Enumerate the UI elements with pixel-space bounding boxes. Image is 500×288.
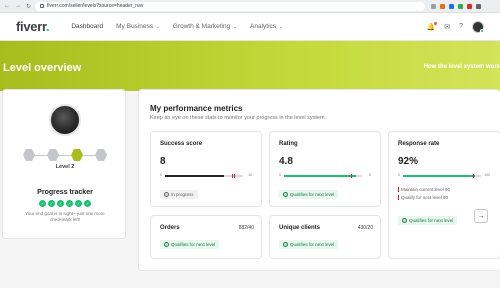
nav-dashboard[interactable]: Dashboard xyxy=(71,23,103,30)
performance-title: My performance metrics xyxy=(150,104,243,113)
browser-nav-buttons: ← → ↻ xyxy=(4,3,31,10)
profile-card: Level 2 Progress tracker ✓ ✓ ✓ ✓ ✓ ✓ Your end… xyxy=(2,89,126,239)
tracker-description: Your end goal is in sight—just one more … xyxy=(25,211,105,222)
nav-analytics[interactable]: Analytics ⌄ xyxy=(250,23,283,30)
next-arrow-wrap: → xyxy=(470,205,494,227)
tracker-title: Progress tracker xyxy=(37,189,93,196)
tracker-checkmarks: ✓ ✓ ✓ ✓ ✓ ✓ xyxy=(3,200,127,207)
chevron-down-icon: ⌄ xyxy=(156,23,160,29)
metric-name: Success score xyxy=(160,141,203,147)
address-bar[interactable]: fiverr.com/seller/levels?source=header_n… xyxy=(35,1,426,11)
status-badge: ✓ Qualifies for next level xyxy=(160,240,220,249)
extension-icon[interactable] xyxy=(440,3,446,9)
metric-name: Response rate xyxy=(398,141,440,147)
user-avatar[interactable] xyxy=(472,20,484,33)
lock-icon xyxy=(40,4,45,8)
checkmark-icon: ✓ xyxy=(66,200,73,207)
level-hex xyxy=(95,149,107,161)
metric-card-success: Success score 8 0 10 ⏱ In progress xyxy=(150,131,262,207)
level-hex xyxy=(23,149,35,161)
arrow-right-icon: → xyxy=(477,212,485,220)
header-icons: 🔔 ✉ ? xyxy=(427,20,484,33)
help-icon[interactable]: ? xyxy=(459,23,463,30)
metric-fraction: 430/20 xyxy=(357,225,373,231)
metric-value: 8 xyxy=(160,156,166,167)
profile-avatar xyxy=(49,104,81,136)
metric-value: 92% xyxy=(398,156,419,167)
checkmark-icon: ✓ xyxy=(48,200,55,207)
level-label: Level 2 xyxy=(55,164,75,170)
level-progress xyxy=(23,148,107,162)
nav-my-business[interactable]: My Business ⌄ xyxy=(116,23,160,30)
status-badge: ✓ Qualifies for next level xyxy=(279,190,339,199)
check-circle-icon: ✓ xyxy=(283,192,288,197)
extension-icon[interactable] xyxy=(476,3,482,9)
metric-card-rating: Rating 4.8 0 5 ✓ Qualifies for next level xyxy=(269,131,381,207)
metric-bar: 0 5 xyxy=(279,173,371,178)
metric-name: Unique clients xyxy=(279,225,321,231)
metric-card-response: Response rate 92% 0 100 Maintain current… xyxy=(388,131,500,259)
metric-value: 4.8 xyxy=(279,156,293,167)
chevron-down-icon: ⌄ xyxy=(279,23,283,29)
status-badge: ⏱ In progress xyxy=(160,190,198,199)
nav-growth-marketing[interactable]: Growth & Marketing ⌄ xyxy=(173,23,237,30)
legend-qualify: Qualify for next level 90 xyxy=(398,195,448,200)
metric-bar: 0 100 xyxy=(398,173,490,178)
page-title: Level overview xyxy=(3,62,82,74)
chevron-down-icon: ⌄ xyxy=(233,23,237,29)
url-text: fiverr.com/seller/levels?source=header_n… xyxy=(47,3,144,9)
extension-icon[interactable] xyxy=(449,3,455,9)
checkmark-icon: ✓ xyxy=(39,200,46,207)
status-badge: ✓ Qualifies for next level xyxy=(398,216,458,225)
legend-maintain: Maintain current level 90 xyxy=(398,187,450,192)
performance-subtitle: Keep an eye on these stats to monitor yo… xyxy=(150,115,327,121)
reload-icon[interactable]: ↻ xyxy=(26,3,31,10)
extension-icon[interactable] xyxy=(458,3,464,9)
metric-fraction: 882/40 xyxy=(238,225,254,231)
check-circle-icon: ✓ xyxy=(402,218,407,223)
extension-icons xyxy=(431,3,482,9)
forward-icon[interactable]: → xyxy=(15,3,21,10)
fiverr-logo[interactable]: fiverr. xyxy=(16,19,50,34)
level-hex xyxy=(47,149,59,161)
level-hex-current xyxy=(71,149,83,161)
metric-bar: 0 10 xyxy=(160,173,252,178)
check-circle-icon: ✓ xyxy=(164,242,169,247)
status-badge: ✓ Qualifies for next level xyxy=(279,240,339,249)
checkmark-icon: ✓ xyxy=(57,200,64,207)
metric-name: Rating xyxy=(279,141,298,147)
checkmark-icon: ✓ xyxy=(84,200,91,207)
metric-card-clients: Unique clients 430/20 ✓ Qualifies for nex… xyxy=(269,215,381,259)
main-nav: Dashboard My Business ⌄ Growth & Marketin… xyxy=(71,23,282,30)
performance-panel: My performance metrics Keep an eye on th… xyxy=(138,89,500,271)
level-system-link[interactable]: How the level system work xyxy=(424,64,500,70)
extension-icon[interactable] xyxy=(467,3,473,9)
browser-toolbar: ← → ↻ fiverr.com/seller/levels?source=he… xyxy=(0,0,500,13)
clock-icon: ⏱ xyxy=(164,192,169,197)
metric-name: Orders xyxy=(160,225,180,231)
messages-icon[interactable]: ✉ xyxy=(444,23,450,31)
notifications-icon[interactable]: 🔔 xyxy=(427,21,438,31)
extension-icon[interactable] xyxy=(431,3,437,9)
checkmark-icon: ✓ xyxy=(75,200,82,207)
metric-card-orders: Orders 882/40 ✓ Qualifies for next level xyxy=(150,215,262,259)
site-header: fiverr. Dashboard My Business ⌄ Growth & … xyxy=(0,13,500,41)
back-icon[interactable]: ← xyxy=(4,3,10,10)
check-circle-icon: ✓ xyxy=(283,242,288,247)
next-arrow-button[interactable]: → xyxy=(474,209,488,223)
